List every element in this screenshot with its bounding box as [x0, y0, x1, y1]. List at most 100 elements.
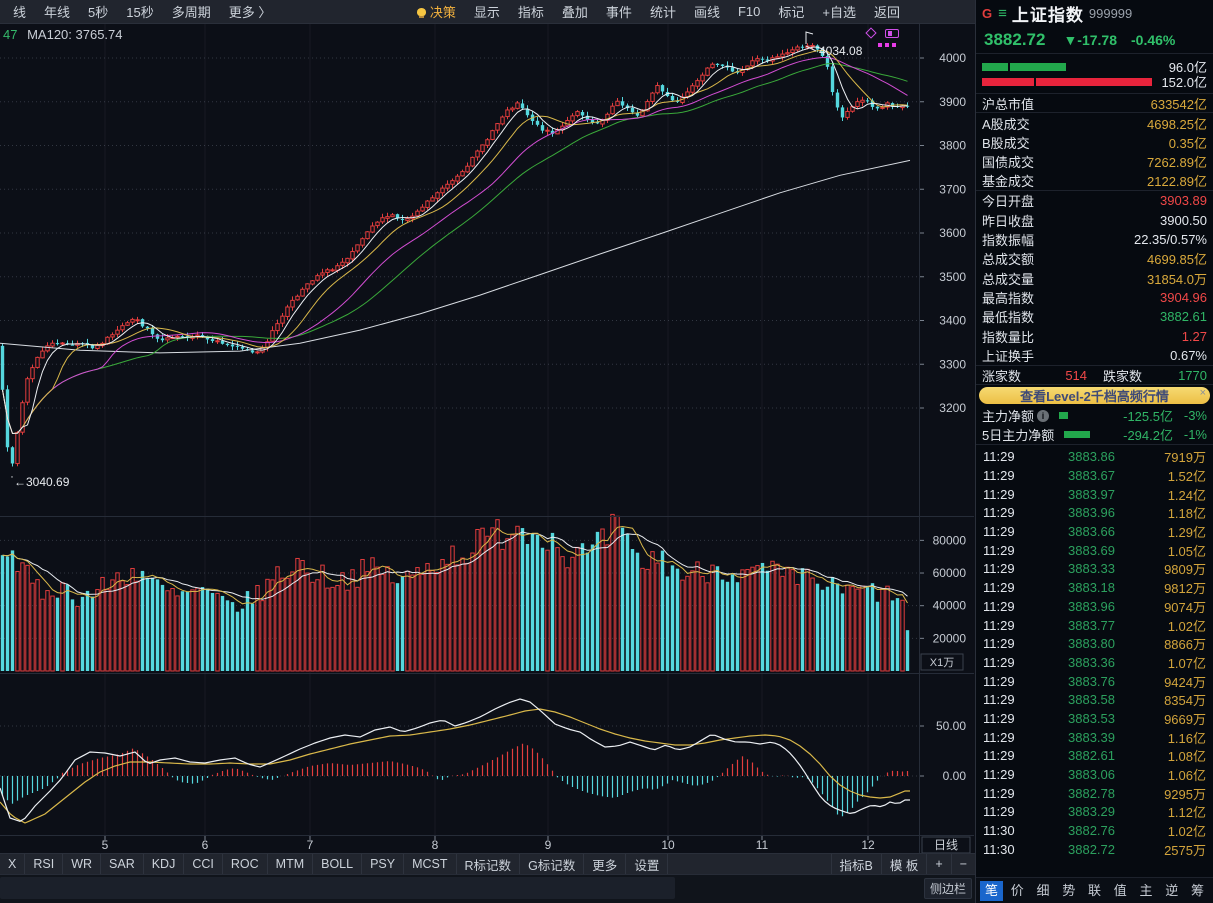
tick-row[interactable]: 11:293883.291.12亿	[976, 803, 1213, 822]
tick-volume: 7919万	[1164, 447, 1206, 466]
panel-tab-笔[interactable]: 笔	[980, 881, 1003, 901]
tick-row[interactable]: 11:293883.661.29亿	[976, 522, 1213, 541]
top-toolbar: 线年线5秒15秒多周期更多 〉 决策 显示指标叠加事件统计画线F10标记+自选返…	[0, 0, 975, 24]
tick-row[interactable]: 11:293882.611.08亿	[976, 746, 1213, 765]
indicator-button-5[interactable]: CCI	[184, 854, 223, 874]
tick-row[interactable]: 11:293883.361.07亿	[976, 653, 1213, 672]
period-menu-item-3[interactable]: 15秒	[117, 2, 162, 21]
panel-tab-值[interactable]: 值	[1109, 881, 1132, 901]
period-menu-item-2[interactable]: 5秒	[79, 2, 117, 21]
tick-row[interactable]: 11:293883.339809万	[976, 560, 1213, 579]
indicator-button-13[interactable]: 更多	[584, 854, 626, 874]
panel-tab-细[interactable]: 细	[1032, 881, 1055, 901]
tick-row[interactable]: 11:293883.961.18亿	[976, 504, 1213, 523]
tick-row[interactable]: 11:293883.061.06亿	[976, 765, 1213, 784]
tools-menu-item-6[interactable]: F10	[729, 4, 769, 19]
chart-area[interactable]: 47 MA120: 3765.74 4000390038003700360035…	[0, 24, 975, 853]
indicator-button-0[interactable]: X	[0, 854, 25, 874]
tools-menu-item-1[interactable]: 指标	[509, 2, 553, 21]
green-bar-icon	[1064, 431, 1090, 438]
toolbar-right-button-3[interactable]: −	[951, 854, 975, 874]
indicator-button-11[interactable]: R标记数	[457, 854, 521, 874]
tick-volume: 1.24亿	[1168, 485, 1206, 504]
tick-volume: 9074万	[1164, 597, 1206, 616]
tick-row[interactable]: 11:293883.808866万	[976, 634, 1213, 653]
panel-tab-联[interactable]: 联	[1083, 881, 1106, 901]
indicator-button-10[interactable]: MCST	[404, 854, 456, 874]
tick-trade-list[interactable]: 11:293883.867919万11:293883.671.52亿11:293…	[976, 445, 1213, 877]
indicator-button-12[interactable]: G标记数	[520, 854, 584, 874]
horizontal-scrollbar-thumb[interactable]	[0, 877, 675, 899]
svg-text:10: 10	[661, 838, 675, 852]
tick-row[interactable]: 11:293883.971.24亿	[976, 485, 1213, 504]
sidebar-toggle-button[interactable]: 侧边栏	[924, 878, 972, 899]
period-menu-item-1[interactable]: 年线	[35, 2, 79, 21]
tick-row[interactable]: 11:293883.189812万	[976, 578, 1213, 597]
green-bar-icon	[1059, 412, 1068, 419]
money-flow-row-0: 主力净额i-125.5亿-3%	[976, 406, 1213, 425]
svg-text:3200: 3200	[939, 401, 966, 415]
toolbar-right-button-0[interactable]: 指标B	[831, 854, 881, 874]
svg-text:80000: 80000	[933, 533, 967, 547]
tick-row[interactable]: 11:303882.722575万	[976, 840, 1213, 859]
panel-tab-势[interactable]: 势	[1057, 881, 1080, 901]
panel-tab-主[interactable]: 主	[1135, 881, 1158, 901]
close-icon[interactable]: ×	[1200, 387, 1206, 399]
diamond-icon[interactable]	[865, 27, 876, 38]
indicator-button-7[interactable]: MTM	[268, 854, 313, 874]
tools-menu-item-4[interactable]: 统计	[641, 2, 685, 21]
panel-tab-价[interactable]: 价	[1006, 881, 1029, 901]
stat-value: 4698.25亿	[1147, 114, 1207, 133]
tools-menu-item-0[interactable]: 显示	[465, 2, 509, 21]
indicator-button-8[interactable]: BOLL	[313, 854, 362, 874]
tick-row[interactable]: 11:303882.761.02亿	[976, 821, 1213, 840]
decision-button[interactable]: 决策	[408, 2, 465, 21]
toolbar-right-button-2[interactable]: +	[926, 854, 950, 874]
panel-tab-筹[interactable]: 筹	[1186, 881, 1209, 901]
g-badge[interactable]: G	[982, 6, 992, 21]
indicator-button-9[interactable]: PSY	[362, 854, 404, 874]
tick-row[interactable]: 11:293883.391.16亿	[976, 728, 1213, 747]
level2-banner[interactable]: 查看Level-2千档高频行情 ×	[979, 387, 1210, 404]
period-menu-item-0[interactable]: 线	[4, 2, 35, 21]
tick-volume: 1.08亿	[1168, 746, 1206, 765]
flag-icon[interactable]	[885, 29, 899, 38]
red-bar-segment	[982, 78, 1034, 86]
panel-tab-逆[interactable]: 逆	[1160, 881, 1183, 901]
tick-row[interactable]: 11:293883.691.05亿	[976, 541, 1213, 560]
svg-text:12: 12	[861, 838, 875, 852]
tools-menu-item-8[interactable]: +自选	[813, 2, 865, 21]
tools-menu-item-7[interactable]: 标记	[769, 2, 813, 21]
indicator-button-3[interactable]: SAR	[101, 854, 144, 874]
tick-row[interactable]: 11:293883.539669万	[976, 709, 1213, 728]
toolbar-right-button-1[interactable]: 模 板	[881, 854, 926, 874]
candlestick-chart[interactable]: 4000390038003700360035003400330032008000…	[0, 24, 975, 853]
indicator-button-1[interactable]: RSI	[25, 854, 63, 874]
tick-row[interactable]: 11:293883.671.52亿	[976, 466, 1213, 485]
price-change-pct: -0.46%	[1131, 32, 1175, 48]
indicator-button-4[interactable]: KDJ	[144, 854, 185, 874]
hamburger-icon[interactable]: ≡	[998, 5, 1007, 22]
trough-annotation: ←3040.69	[14, 475, 70, 489]
indicator-button-14[interactable]: 设置	[626, 854, 668, 874]
tick-row[interactable]: 11:293883.771.02亿	[976, 616, 1213, 635]
info-icon[interactable]: i	[1037, 410, 1049, 422]
tick-time: 11:29	[983, 692, 1029, 707]
period-menu-item-4[interactable]: 多周期	[163, 2, 220, 21]
indicator-button-6[interactable]: ROC	[223, 854, 268, 874]
tools-menu-item-3[interactable]: 事件	[597, 2, 641, 21]
tick-volume: 8354万	[1164, 690, 1206, 709]
tools-menu-item-9[interactable]: 返回	[865, 2, 909, 21]
price-change: ▼-17.78	[1063, 32, 1117, 48]
period-menu-item-5[interactable]: 更多 〉	[220, 2, 281, 21]
tick-row[interactable]: 11:293882.789295万	[976, 784, 1213, 803]
tools-menu-item-5[interactable]: 画线	[685, 2, 729, 21]
tick-row[interactable]: 11:293883.588354万	[976, 690, 1213, 709]
panel-tab-bar: 笔价细势联值主逆筹	[976, 877, 1213, 903]
tick-row[interactable]: 11:293883.867919万	[976, 447, 1213, 466]
tools-menu-item-2[interactable]: 叠加	[553, 2, 597, 21]
tick-row[interactable]: 11:293883.969074万	[976, 597, 1213, 616]
tick-row[interactable]: 11:293883.769424万	[976, 672, 1213, 691]
indicator-button-2[interactable]: WR	[63, 854, 101, 874]
stat-value: 4699.85亿	[1147, 249, 1207, 268]
